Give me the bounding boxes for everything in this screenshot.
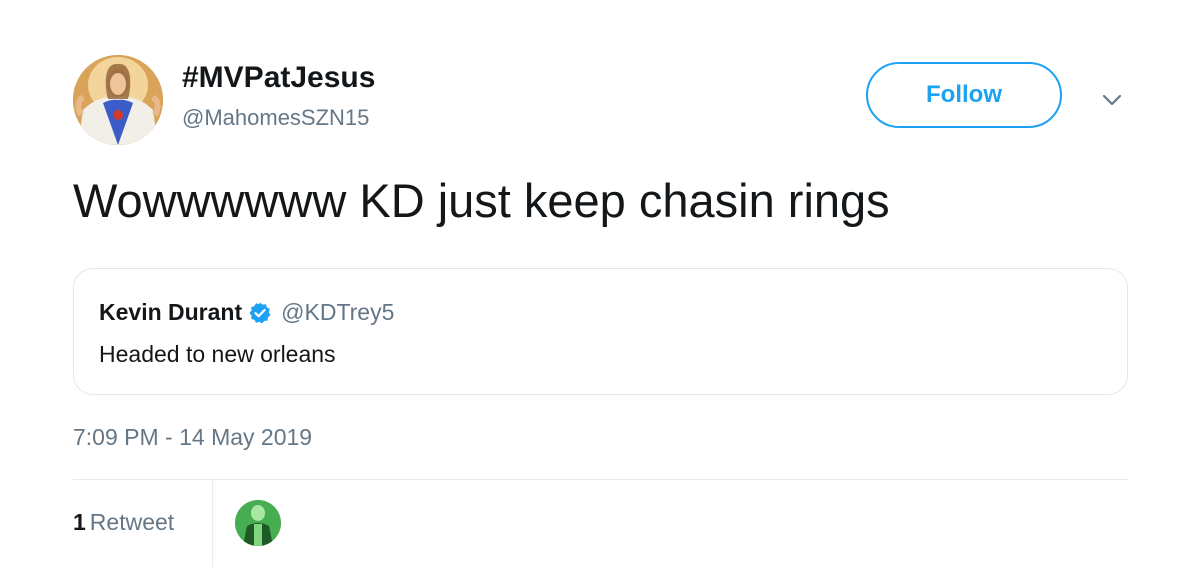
retweet-count: 1 (73, 509, 86, 535)
retweeter-avatar-image (235, 500, 281, 546)
quoted-tweet[interactable]: Kevin Durant @KDTrey5 Headed to new orle… (73, 268, 1128, 395)
tweet-card: #MVPatJesus @MahomesSZN15 Follow Wowwwww… (0, 0, 1200, 567)
follow-button[interactable]: Follow (866, 62, 1062, 128)
quoted-tweet-header: Kevin Durant @KDTrey5 (99, 299, 394, 326)
author-avatar[interactable] (73, 55, 163, 145)
tweet-text: Wowwwwww KD just keep chasin rings (73, 174, 890, 227)
quoted-author-handle: @KDTrey5 (281, 299, 395, 325)
avatar-image (73, 55, 163, 145)
chevron-down-icon[interactable] (1098, 86, 1126, 114)
retweet-stat[interactable]: 1 Retweet (73, 509, 174, 536)
quoted-tweet-text: Headed to new orleans (99, 341, 336, 367)
retweeter-avatar[interactable] (235, 500, 281, 546)
verified-badge-icon (249, 302, 271, 323)
tweet-timestamp[interactable]: 7:09 PM - 14 May 2019 (73, 424, 312, 451)
quoted-author-name: Kevin Durant (99, 299, 243, 325)
stats-divider-vertical (212, 480, 213, 567)
stats-divider-top (73, 479, 1128, 480)
author-display-name[interactable]: #MVPatJesus (182, 60, 375, 96)
author-handle[interactable]: @MahomesSZN15 (182, 104, 369, 132)
retweet-label: Retweet (89, 509, 175, 535)
